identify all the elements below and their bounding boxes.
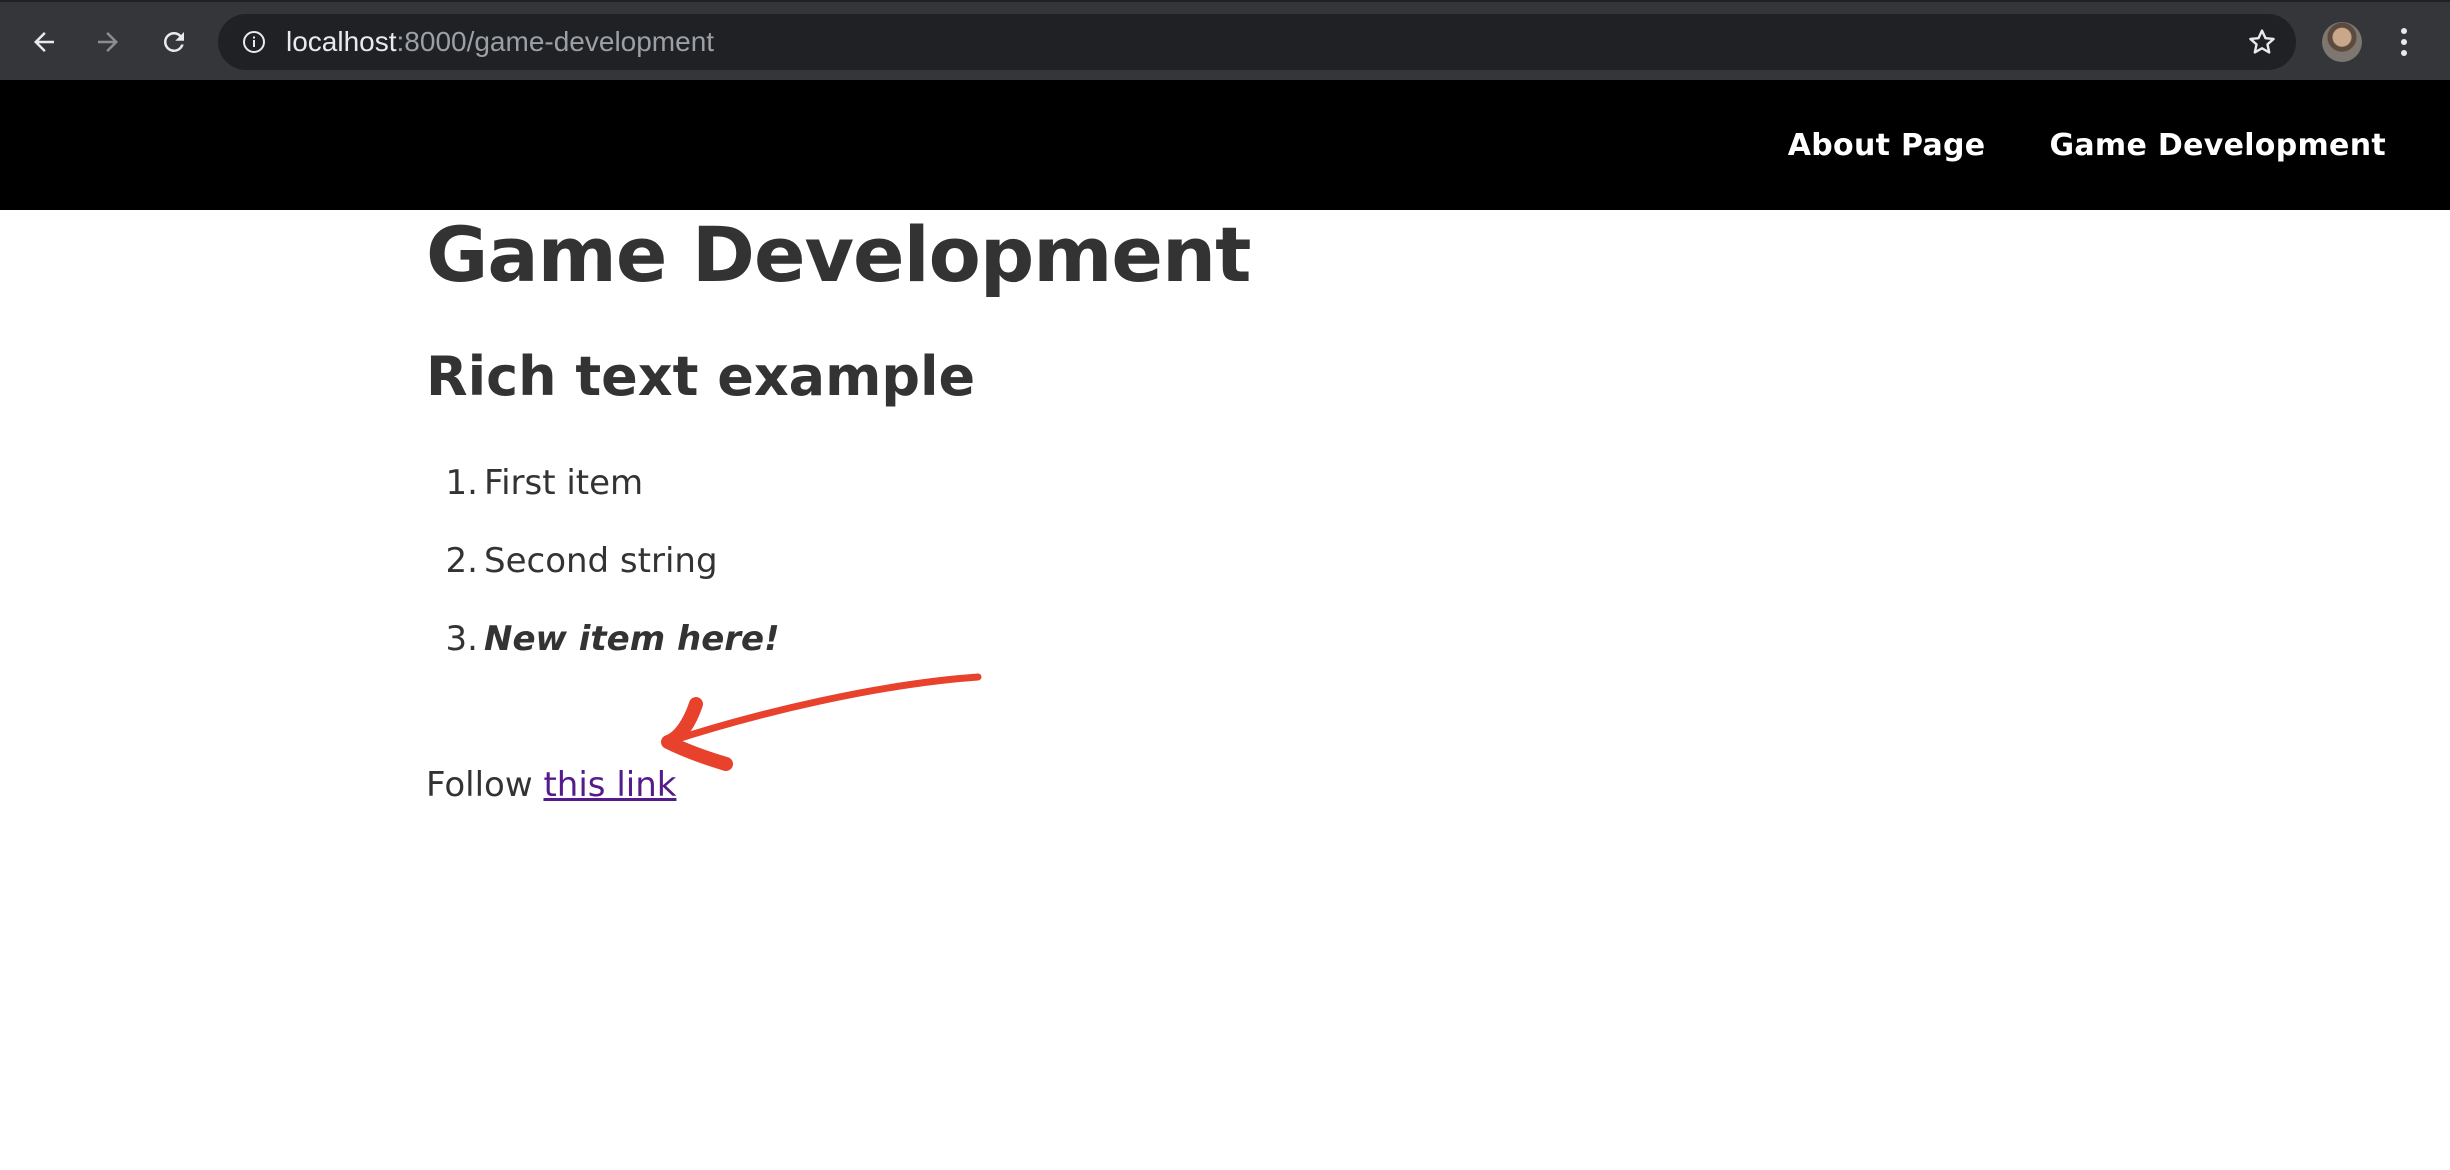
list-item-number: 2. bbox=[445, 541, 478, 581]
list-item: 1. First item bbox=[426, 462, 780, 540]
kebab-menu-icon[interactable] bbox=[2392, 22, 2416, 62]
list-item-text: New item here! bbox=[484, 619, 780, 659]
url-path: :8000/game-development bbox=[396, 26, 715, 57]
nav-link-about-page[interactable]: About Page bbox=[1788, 128, 1986, 163]
list-item-text: Second string bbox=[484, 541, 718, 581]
url-text[interactable]: localhost:8000/game-development bbox=[286, 26, 714, 58]
reload-icon bbox=[164, 32, 184, 52]
profile-avatar[interactable] bbox=[2322, 22, 2362, 62]
browser-toolbar: localhost:8000/game-development bbox=[0, 0, 2450, 80]
nav-link-game-development[interactable]: Game Development bbox=[2049, 128, 2386, 163]
list-item: 3. New item here! bbox=[426, 618, 780, 696]
follow-prefix: Follow bbox=[426, 765, 544, 805]
back-button[interactable] bbox=[22, 20, 66, 64]
forward-arrow-icon bbox=[98, 32, 118, 52]
info-icon[interactable] bbox=[242, 30, 266, 54]
star-icon[interactable] bbox=[2246, 26, 2278, 58]
url-host: localhost bbox=[286, 26, 397, 57]
this-link[interactable]: this link bbox=[543, 765, 676, 805]
list-item-number: 3. bbox=[445, 619, 478, 659]
list-item-text: First item bbox=[484, 463, 644, 503]
follow-paragraph: Follow this link bbox=[426, 764, 676, 806]
forward-button[interactable] bbox=[86, 20, 130, 64]
site-header: About Page Game Development bbox=[0, 80, 2450, 210]
reload-button[interactable] bbox=[152, 20, 196, 64]
list-item: 2. Second string bbox=[426, 540, 780, 618]
address-bar[interactable]: localhost:8000/game-development bbox=[218, 14, 2296, 70]
list-item-number: 1. bbox=[445, 463, 478, 503]
page-title: Game Development bbox=[426, 210, 1251, 299]
ordered-list: 1. First item 2. Second string 3. New item … bbox=[426, 462, 780, 696]
section-title: Rich text example bbox=[426, 345, 976, 408]
site-nav: About Page Game Development bbox=[1788, 128, 2386, 163]
back-arrow-icon bbox=[34, 32, 54, 52]
